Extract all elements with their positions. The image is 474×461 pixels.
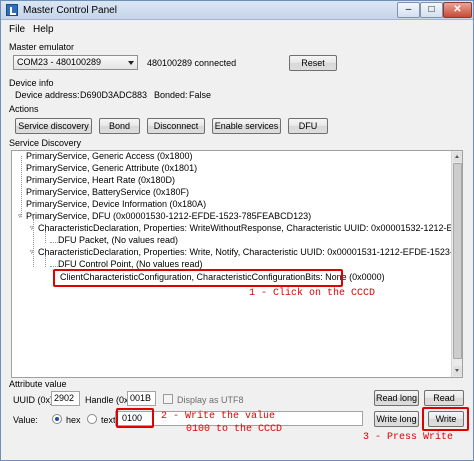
annotation-step-1: 1 - Click on the CCCD: [249, 288, 376, 299]
display-utf8-checkbox[interactable]: [163, 394, 173, 404]
title-bar: Master Control Panel – □ ✕: [1, 1, 473, 20]
port-select[interactable]: COM23 - 480100289: [13, 55, 138, 70]
tree-item-device-information[interactable]: PrimaryService, Device Information (0x18…: [26, 199, 206, 210]
enable-services-button[interactable]: Enable services: [212, 118, 281, 134]
port-select-value: COM23 - 480100289: [17, 57, 102, 67]
device-info-label: Device info: [9, 78, 54, 88]
write-highlight-box: [422, 407, 469, 431]
scroll-down-icon[interactable]: [453, 366, 462, 376]
app-icon: [6, 4, 18, 16]
value-label: Value:: [13, 415, 38, 425]
tree-item-char-decl-control-point[interactable]: CharacteristicDeclaration, Properties: W…: [38, 247, 462, 258]
collapse-icon[interactable]: ▿: [30, 225, 36, 232]
tree-item-battery-service[interactable]: PrimaryService, BatteryService (0x180F): [26, 187, 189, 198]
tree-item-dfu-service[interactable]: PrimaryService, DFU (0x00001530-1212-EFD…: [26, 211, 311, 222]
bonded-value: False: [189, 90, 212, 100]
connection-status: 480100289 connected: [147, 58, 237, 68]
tree-item-dfu-packet[interactable]: DFU Packet, (No values read): [58, 235, 178, 246]
read-long-button[interactable]: Read long: [374, 390, 419, 406]
tree-item-heart-rate[interactable]: PrimaryService, Heart Rate (0x180D): [26, 175, 175, 186]
device-address-label: Device address:: [15, 90, 80, 100]
reset-button[interactable]: Reset: [289, 55, 337, 71]
tree-guide: [50, 266, 58, 267]
read-button[interactable]: Read: [424, 390, 464, 406]
bonded-label: Bonded:: [154, 90, 188, 100]
window-title: Master Control Panel: [23, 5, 117, 16]
menu-file[interactable]: File: [9, 24, 25, 35]
annotation-step-2-line-1: 2 - Write the value: [161, 411, 276, 422]
hex-radio-label: hex: [66, 415, 81, 425]
menu-help[interactable]: Help: [33, 24, 54, 35]
uuid-field[interactable]: 2902: [51, 391, 80, 406]
annotation-step-2-line-2: 0100 to the CCCD: [186, 424, 283, 435]
maximize-button[interactable]: □: [420, 2, 443, 18]
service-tree[interactable]: PrimaryService, Generic Access (0x1800) …: [11, 150, 463, 378]
service-discovery-label: Service Discovery: [9, 138, 82, 148]
device-address-value: D690D3ADC883: [80, 90, 148, 100]
tree-item-generic-access[interactable]: PrimaryService, Generic Access (0x1800): [26, 151, 193, 162]
collapse-icon[interactable]: ▿: [18, 213, 24, 220]
close-button[interactable]: ✕: [443, 2, 472, 18]
hex-radio[interactable]: [52, 414, 62, 424]
tree-item-generic-attribute[interactable]: PrimaryService, Generic Attribute (0x180…: [26, 163, 197, 174]
disconnect-button[interactable]: Disconnect: [147, 118, 205, 134]
menu-bar: File Help: [1, 21, 473, 37]
collapse-icon[interactable]: ▿: [30, 249, 36, 256]
tree-guide: [21, 156, 22, 217]
bond-button[interactable]: Bond: [99, 118, 140, 134]
master-emulator-label: Master emulator: [9, 42, 75, 52]
uuid-label: UUID (0x):: [13, 395, 56, 405]
value-highlight-box: [116, 408, 154, 428]
actions-label: Actions: [9, 104, 39, 114]
display-utf8-label: Display as UTF8: [177, 395, 244, 405]
annotation-step-3: 3 - Press Write: [363, 432, 454, 443]
cccd-highlight-box: [53, 269, 343, 287]
tree-scrollbar[interactable]: [451, 151, 462, 377]
tree-item-char-decl-packet[interactable]: CharacteristicDeclaration, Properties: W…: [38, 223, 462, 234]
scroll-up-icon[interactable]: [453, 152, 462, 162]
handle-field[interactable]: 001B: [127, 391, 156, 406]
scroll-thumb[interactable]: [453, 163, 462, 359]
dfu-button[interactable]: DFU: [288, 118, 328, 134]
master-control-panel-window: Master Control Panel – □ ✕ File Help Mas…: [0, 0, 474, 461]
service-discovery-button[interactable]: Service discovery: [15, 118, 92, 134]
attribute-value-label: Attribute value: [9, 379, 67, 389]
minimize-button[interactable]: –: [397, 2, 420, 18]
chevron-down-icon: [128, 61, 134, 65]
write-long-button[interactable]: Write long: [374, 411, 419, 427]
text-radio-label: text: [101, 415, 116, 425]
tree-guide: [50, 242, 58, 243]
text-radio[interactable]: [87, 414, 97, 424]
